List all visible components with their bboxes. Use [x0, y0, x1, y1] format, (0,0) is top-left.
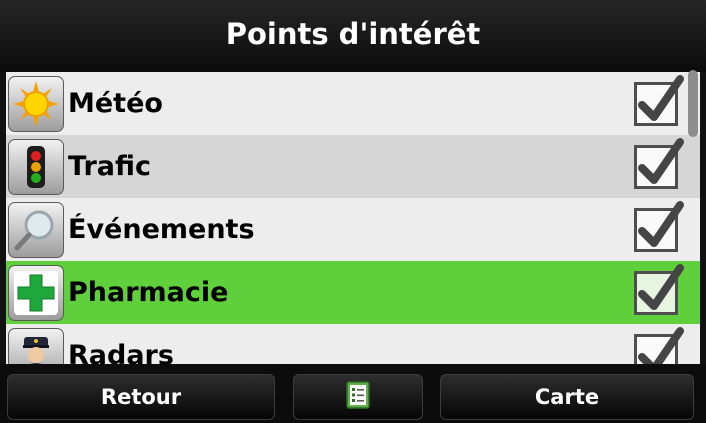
footer-toolbar: Retour Carte [0, 364, 706, 423]
sun-icon [8, 75, 64, 132]
list-item-trafic[interactable]: Trafic [6, 135, 700, 198]
list-item-evenements[interactable]: Événements [6, 198, 700, 261]
list-item-label: Événements [68, 214, 255, 245]
checkbox[interactable] [634, 327, 684, 364]
map-button[interactable]: Carte [440, 374, 694, 420]
checklist-icon [346, 380, 370, 414]
list-item-label: Trafic [68, 151, 152, 182]
magnifier-icon [8, 201, 64, 258]
list-view-button[interactable] [293, 374, 423, 420]
checkbox[interactable] [634, 201, 684, 252]
list-item-radars[interactable]: Radars [6, 324, 700, 364]
traffic-light-icon [8, 138, 64, 195]
checkbox[interactable] [634, 75, 684, 126]
scrollbar-thumb[interactable] [688, 70, 698, 137]
page-title: Points d'intérêt [225, 17, 481, 51]
poi-screen: Points d'intérêt Météo Trafic Événements… [0, 0, 706, 423]
list-item-meteo[interactable]: Météo [6, 72, 700, 135]
checkbox[interactable] [634, 264, 684, 315]
police-officer-icon [8, 327, 64, 364]
header-bar: Points d'intérêt [0, 0, 706, 72]
pharmacy-cross-icon [8, 264, 64, 321]
list-item-pharmacie[interactable]: Pharmacie [6, 261, 700, 324]
list-item-label: Radars [68, 340, 174, 364]
list-item-label: Météo [68, 88, 163, 119]
poi-list: Météo Trafic Événements Pharmacie Radars [6, 72, 700, 364]
list-item-label: Pharmacie [68, 277, 229, 308]
checkbox[interactable] [634, 138, 684, 189]
back-button[interactable]: Retour [7, 374, 275, 420]
